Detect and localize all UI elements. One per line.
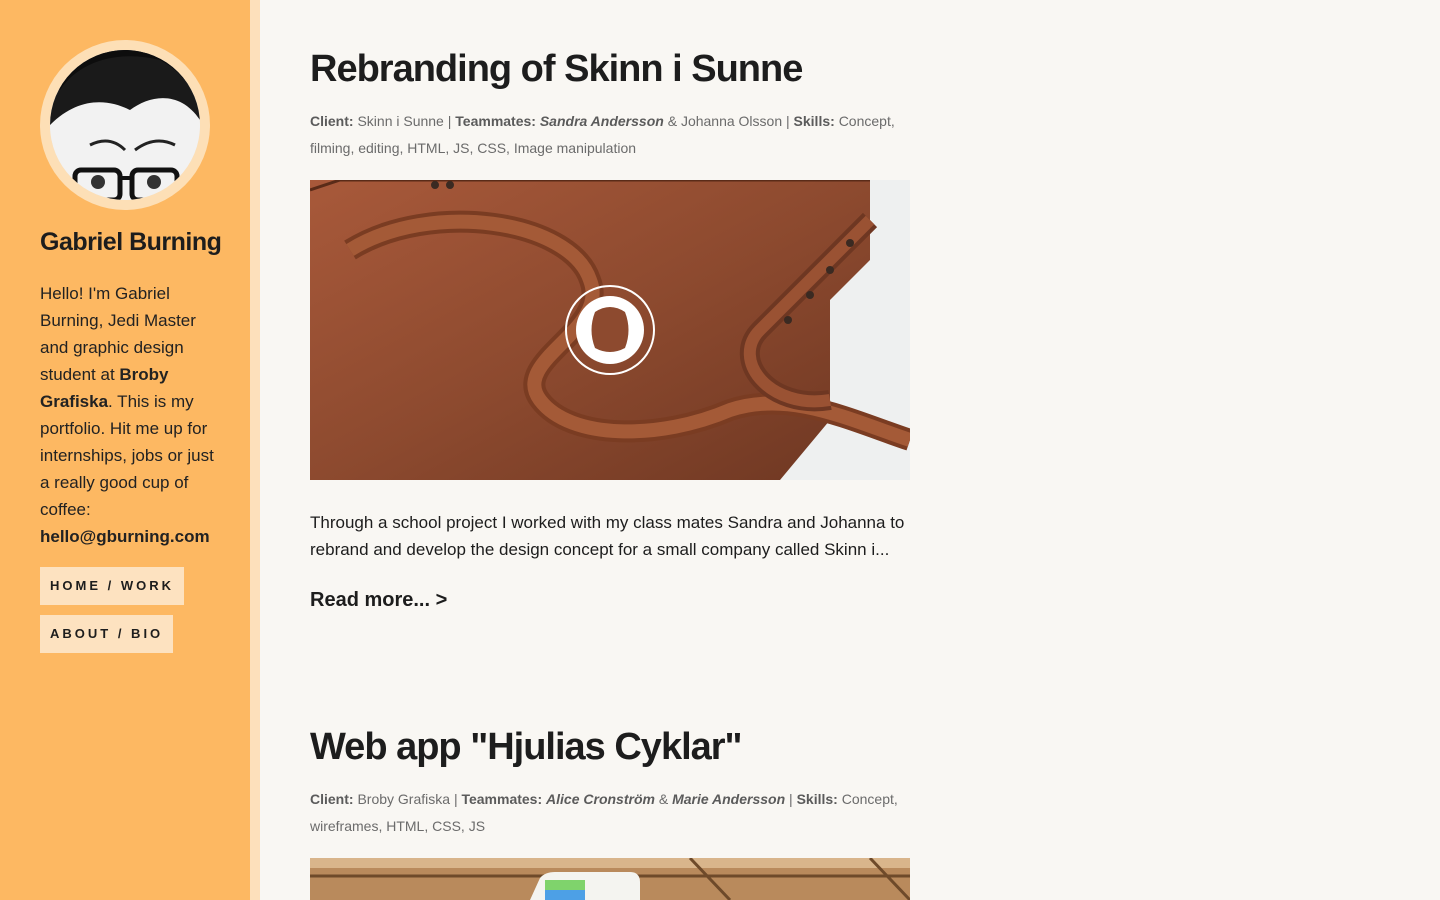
client-value: Skinn i Sunne [357,113,444,129]
nav-about-bio-button[interactable]: ABOUT / BIO [40,615,174,653]
client-value: Broby Grafiska [357,791,451,807]
ampersand: & [658,791,669,807]
sidebar-edge [250,0,260,900]
email-link[interactable]: hello@gburning.com [40,527,210,546]
teammate-name: Alice Cronström [546,791,655,807]
ampersand: & [667,113,678,129]
read-more-link[interactable]: Read more... > [310,589,447,612]
teammate-name: Johanna Olsson [680,113,783,129]
bio-text-1: Hello! I'm Gabriel Burning, Jedi Master … [40,284,196,384]
client-label: Client: [310,791,354,807]
teammates-label: Teammates: [455,113,536,129]
sidebar: Gabriel Burning Hello! I'm Gabriel Burni… [0,0,250,900]
separator: | [789,791,793,807]
post-meta: Client: Broby Grafiska | Teammates: Alic… [310,786,910,840]
teammate-name: Sandra Andersson [539,113,664,129]
teammate-name: Marie Andersson [672,791,786,807]
bio-text-2: . This is my portfolio. Hit me up for in… [40,392,214,519]
skills-label: Skills: [793,113,835,129]
profile-bio: Hello! I'm Gabriel Burning, Jedi Master … [40,280,220,550]
skills-label: Skills: [796,791,838,807]
avatar-photo [50,50,200,200]
post-title[interactable]: Web app "Hjulias Cyklar" [310,726,743,769]
post-excerpt: Through a school project I worked with m… [310,513,905,559]
client-label: Client: [310,113,354,129]
post-hero-image[interactable] [310,858,910,900]
separator: | [453,791,458,807]
nav-home-work-button[interactable]: HOME / WORK [40,567,184,605]
post-hero-image[interactable] [310,180,910,480]
teammates-label: Teammates: [461,791,543,807]
post-title[interactable]: Rebranding of Skinn i Sunne [310,48,803,91]
avatar [40,40,210,210]
separator: | [447,113,452,129]
profile-name: Gabriel Burning [40,228,222,256]
post-meta: Client: Skinn i Sunne | Teammates: Sandr… [310,108,910,162]
separator: | [786,113,790,129]
